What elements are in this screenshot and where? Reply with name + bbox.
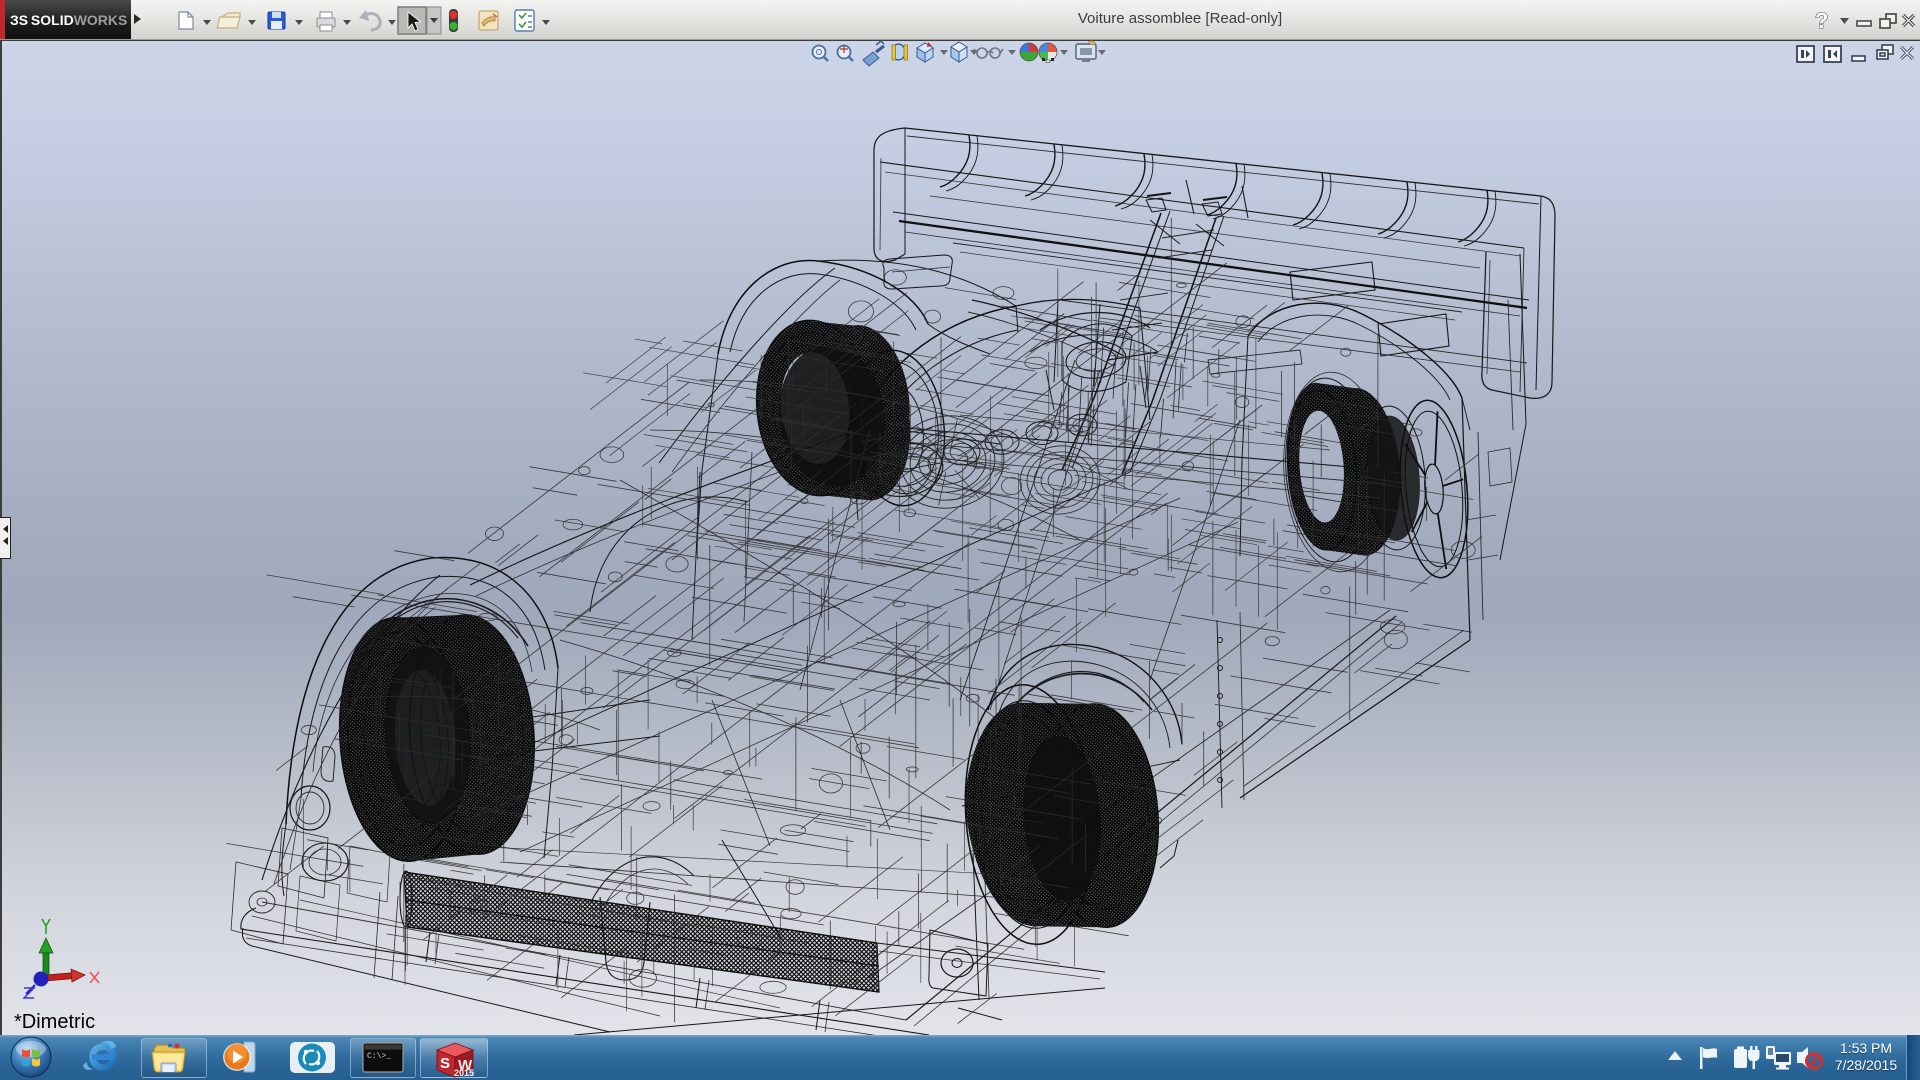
svg-text:C:\>_: C:\>_ — [367, 1052, 391, 1061]
svg-text:?: ? — [1815, 8, 1828, 33]
svg-text:2015: 2015 — [454, 1068, 474, 1078]
svg-text:S: S — [440, 1055, 450, 1072]
